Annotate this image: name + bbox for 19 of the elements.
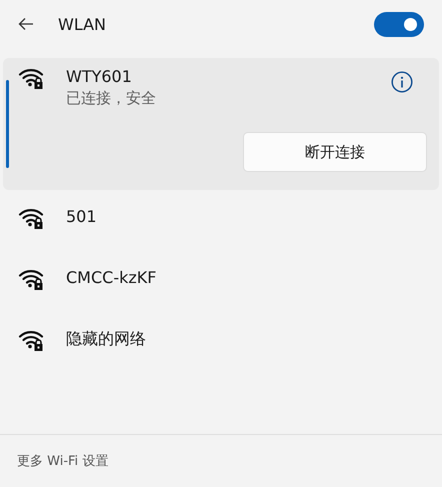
- network-name: WTY601: [66, 66, 133, 88]
- window-title: WLAN: [58, 14, 108, 34]
- secured-wifi-icon: [18, 206, 46, 230]
- network-card[interactable]: WTY601 已连接，安全 断开连接: [3, 58, 439, 190]
- back-arrow-icon[interactable]: [18, 17, 34, 31]
- network-status: 已连接，安全: [66, 88, 157, 108]
- wifi-toggle[interactable]: [374, 12, 424, 36]
- network-name: 501: [66, 206, 98, 228]
- network-item[interactable]: 隐藏的网络: [3, 318, 439, 379]
- network-name: 隐藏的网络: [66, 328, 147, 350]
- more-wifi-settings-link[interactable]: 更多 Wi-Fi 设置: [17, 452, 108, 470]
- secured-wifi-icon: [18, 328, 46, 352]
- info-icon[interactable]: [391, 71, 413, 93]
- network-item[interactable]: CMCC-kzKF: [3, 257, 439, 318]
- network-item[interactable]: 501: [3, 196, 439, 257]
- secured-wifi-icon: [18, 66, 46, 90]
- network-name: CMCC-kzKF: [66, 267, 158, 289]
- disconnect-button[interactable]: 断开连接: [243, 132, 427, 172]
- secured-wifi-icon: [18, 267, 46, 291]
